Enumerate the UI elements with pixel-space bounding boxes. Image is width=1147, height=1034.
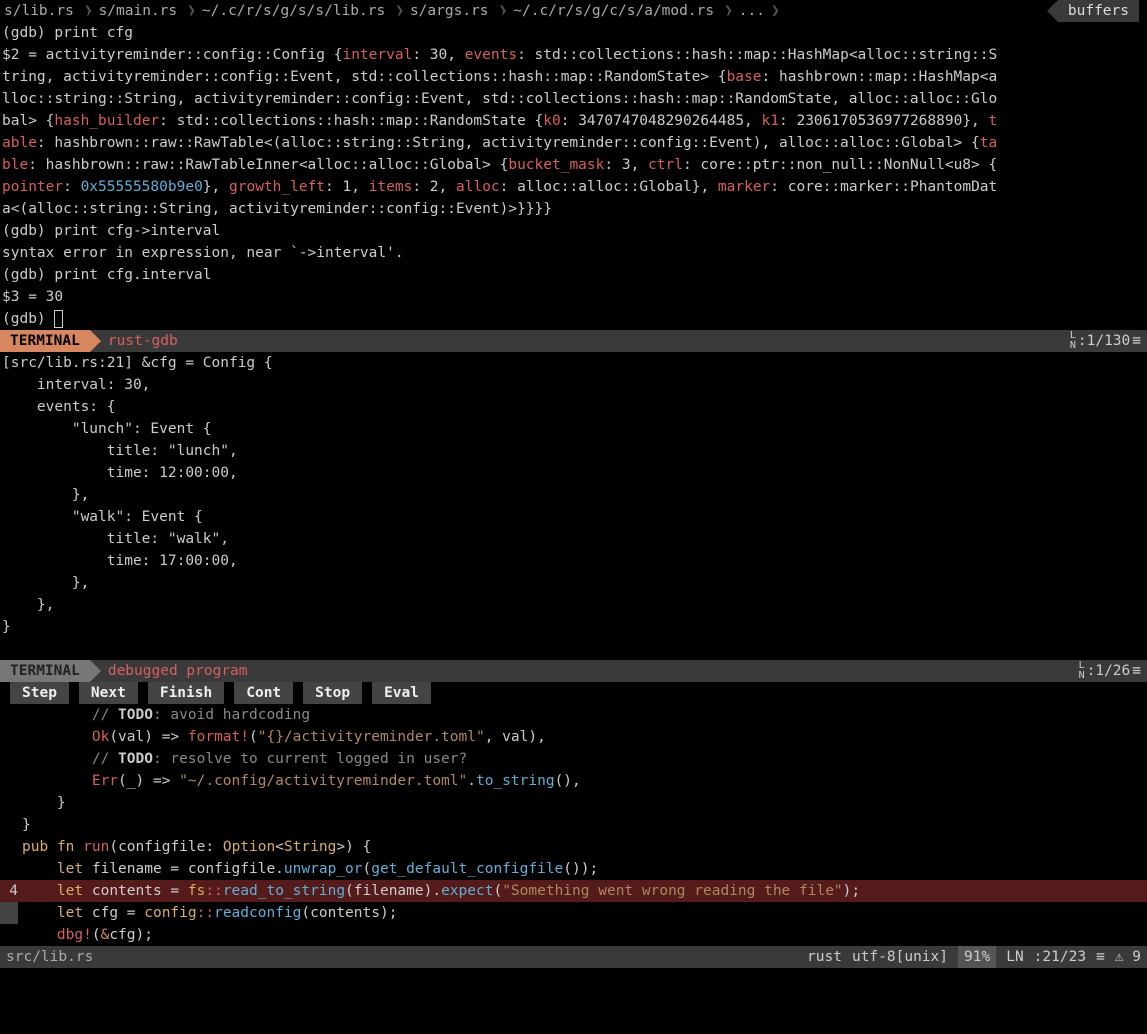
buffer-tab[interactable]: ~/.c/r/s/g/c/s/a/mod.rs <box>509 3 722 19</box>
mode-indicator: TERMINAL <box>0 330 90 352</box>
warnings-indicator[interactable]: ⚠ 9 <box>1115 946 1141 968</box>
statusline-position: :21/23 <box>1034 946 1086 968</box>
statusline-position: :1/26 <box>1087 660 1131 682</box>
buffer-tab[interactable]: s/main.rs <box>95 3 186 19</box>
hamburger-icon[interactable]: ≡ <box>1132 330 1141 352</box>
code-line[interactable]: Err(_) => "~/.config/activityreminder.to… <box>22 773 581 789</box>
buffers-label[interactable]: buffers <box>1058 0 1139 22</box>
buffer-tab[interactable]: ~/.c/r/s/g/s/s/lib.rs <box>198 3 393 19</box>
statusline-title: rust-gdb <box>108 330 178 352</box>
buffer-tab[interactable]: s/args.rs <box>406 3 497 19</box>
line-number-icon: LN <box>1006 946 1023 968</box>
terminal-program-output[interactable]: [src/lib.rs:21] &cfg = Config { interval… <box>0 352 1147 638</box>
stop-button[interactable]: Stop <box>303 682 362 704</box>
current-line-marker <box>0 902 18 924</box>
code-line[interactable]: pub fn run(configfile: Option<String>) { <box>22 839 371 855</box>
statusline-encoding: utf-8[unix] <box>852 946 948 968</box>
code-line[interactable]: let contents = fs::read_to_string(filena… <box>22 883 860 899</box>
statusline-terminal-program: TERMINAL debugged program LN :1/26 ≡ <box>0 660 1147 682</box>
breakpoint-marker[interactable]: 4 <box>0 880 18 902</box>
hamburger-icon[interactable]: ≡ <box>1096 946 1105 968</box>
statusline-filetype: rust <box>807 946 842 968</box>
code-line[interactable]: dbg!(&cfg); <box>22 927 153 943</box>
code-editor[interactable]: // TODO: avoid hardcoding Ok(val) => for… <box>0 704 1147 946</box>
code-line[interactable]: let filename = configfile.unwrap_or(get_… <box>22 861 598 877</box>
chevron-right-icon: ❯ <box>771 0 780 22</box>
cont-button[interactable]: Cont <box>234 682 293 704</box>
code-line[interactable]: // TODO: avoid hardcoding <box>22 707 310 723</box>
terminal-gdb-output[interactable]: (gdb) print cfg$2 = activityreminder::co… <box>0 22 1147 330</box>
statusline-editor: src/lib.rs rust utf-8[unix] 91% LN :21/2… <box>0 946 1147 968</box>
statusline-percent: 91% <box>958 946 996 968</box>
line-number-icon: LN <box>1070 331 1076 351</box>
hamburger-icon[interactable]: ≡ <box>1132 660 1141 682</box>
mode-indicator: TERMINAL <box>0 660 90 682</box>
debugger-toolbar: Step Next Finish Cont Stop Eval <box>0 682 1147 704</box>
eval-button[interactable]: Eval <box>372 682 431 704</box>
line-number-icon: LN <box>1079 661 1085 681</box>
statusline-title: debugged program <box>108 660 248 682</box>
code-line[interactable]: } <box>22 795 66 811</box>
step-button[interactable]: Step <box>10 682 69 704</box>
terminal-cursor <box>54 310 63 328</box>
code-line[interactable]: let cfg = config::readconfig(contents); <box>22 905 397 921</box>
buffer-tab-more[interactable]: ... <box>735 0 769 22</box>
statusline-terminal-gdb: TERMINAL rust-gdb LN :1/130 ≡ <box>0 330 1147 352</box>
next-button[interactable]: Next <box>79 682 138 704</box>
code-line[interactable]: Ok(val) => format!("{}/activityreminder.… <box>22 729 546 745</box>
finish-button[interactable]: Finish <box>148 682 224 704</box>
code-line[interactable]: } <box>22 817 31 833</box>
statusline-position: :1/130 <box>1078 330 1130 352</box>
statusline-filename: src/lib.rs <box>6 946 93 968</box>
buffer-tab[interactable]: s/lib.rs <box>0 3 82 19</box>
code-line[interactable]: // TODO: resolve to current logged in us… <box>22 751 467 767</box>
buffer-tabline: s/lib.rs❯s/main.rs❯~/.c/r/s/g/s/s/lib.rs… <box>0 0 1147 22</box>
